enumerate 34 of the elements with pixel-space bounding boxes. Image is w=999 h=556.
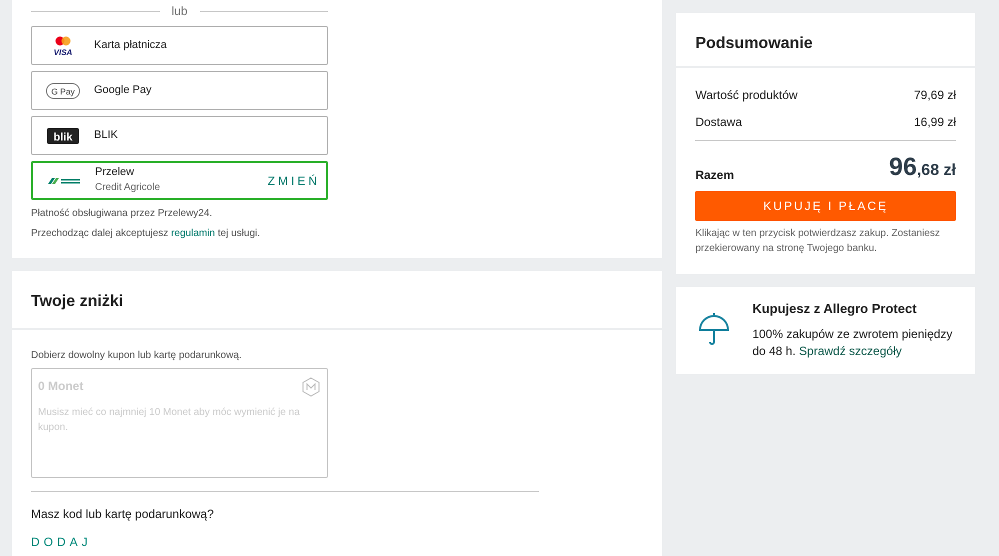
terms-link[interactable]: regulamin	[171, 228, 215, 239]
summary-title: Podsumowanie	[676, 13, 975, 68]
terms-text: Przechodząc dalej akceptujesz regulamin tej usługi.	[31, 227, 262, 241]
provider-note: Płatność obsługiwana przez Przelewy24.	[31, 207, 214, 221]
add-code-button[interactable]: DODAJ	[31, 533, 92, 552]
wallet-badge-icon: G Pay	[46, 82, 80, 98]
payment-option-sublabel: Credit Agricole	[95, 180, 160, 195]
payment-option[interactable]: VISA Karta płatnicza	[31, 26, 328, 65]
summary-label: Wartość produktów	[695, 87, 798, 104]
payment-option-label: BLIK	[94, 128, 118, 142]
payment-option[interactable]: blik BLIK	[31, 116, 328, 155]
total-label: Razem	[695, 166, 734, 184]
summary-note: Klikając w ten przycisk potwierdzasz zakup. Zostaniesz przekierowany na stronę Twojego banku.	[695, 226, 941, 256]
divider-label: lub	[172, 3, 188, 20]
bank-logo-icon	[48, 176, 80, 184]
details-link[interactable]: Sprawdź szczegóły	[799, 344, 902, 358]
payment-option[interactable]: Przelew Credit Agricole ZMIEŃ	[31, 161, 328, 200]
payment-option-label: Google Pay	[94, 84, 152, 98]
total-price: 96,68 zł	[889, 152, 956, 184]
payment-option[interactable]: G Pay Google Pay	[31, 71, 328, 110]
payment-option-label: Karta płatnicza	[94, 38, 167, 52]
protect-text: 100% zakupów ze zwrotem pieniędzy do 48 h. Sprawdź szczegóły	[752, 326, 954, 360]
change-button[interactable]: ZMIEŃ	[268, 172, 320, 190]
discount-hint: Dobierz dowolny kupon lub kartę podarunkową.	[31, 349, 243, 364]
summary-value: 16,99 zł	[914, 114, 956, 132]
summary-value: 79,69 zł	[914, 87, 956, 104]
code-question: Masz kod lub kartę podarunkową?	[31, 506, 215, 524]
protect-title: Kupujesz z Allegro Protect	[752, 300, 918, 318]
umbrella-icon	[698, 312, 730, 346]
summary-label: Dostawa	[695, 114, 742, 132]
coin-hex-icon	[301, 377, 321, 398]
blik-logo-icon: blik	[47, 128, 79, 144]
payment-option-label: Przelew	[95, 166, 136, 180]
section-title: Twoje zniżki	[12, 271, 662, 330]
